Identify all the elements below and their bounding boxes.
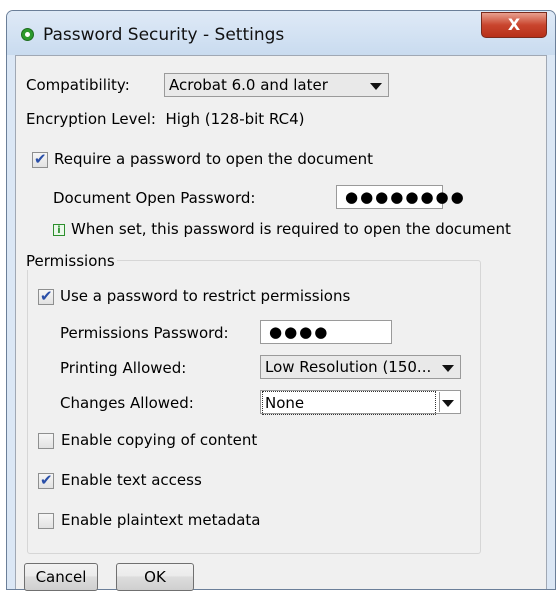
enable-copying-checkbox[interactable]: [38, 433, 54, 449]
changes-allowed-value: None: [262, 391, 436, 415]
enable-text-access-checkbox[interactable]: [38, 471, 54, 489]
window-title: Password Security - Settings: [43, 25, 285, 45]
encryption-level-text: Encryption Level: High (128-bit RC4): [26, 110, 305, 128]
info-icon: i: [53, 224, 65, 236]
require-open-password-checkbox[interactable]: [32, 150, 48, 168]
permissions-password-label: Permissions Password:: [60, 324, 229, 342]
compatibility-dropdown[interactable]: Acrobat 6.0 and later: [164, 73, 389, 97]
title-bar[interactable]: Password Security - Settings X: [7, 11, 555, 55]
printing-allowed-label: Printing Allowed:: [60, 359, 187, 377]
printing-allowed-value: Low Resolution (150...: [265, 358, 432, 376]
enable-copying-label: Enable copying of content: [61, 431, 258, 449]
compatibility-value: Acrobat 6.0 and later: [169, 76, 328, 94]
restrict-permissions-label: Use a password to restrict permissions: [60, 287, 351, 305]
document-open-password-label: Document Open Password:: [53, 189, 256, 207]
enable-text-access-label: Enable text access: [61, 471, 202, 489]
compatibility-label: Compatibility:: [26, 76, 130, 94]
cancel-button[interactable]: Cancel: [24, 563, 98, 591]
close-button[interactable]: X: [481, 12, 547, 38]
printing-allowed-dropdown[interactable]: Low Resolution (150...: [260, 355, 461, 379]
changes-allowed-label: Changes Allowed:: [60, 394, 194, 412]
dialog-content: Compatibility: Acrobat 6.0 and later Enc…: [15, 55, 547, 591]
permissions-group-label: Permissions: [26, 252, 117, 270]
open-password-info-text: When set, this password is required to o…: [71, 220, 511, 238]
enable-plaintext-metadata-checkbox[interactable]: [38, 513, 54, 529]
chevron-down-icon: [442, 400, 454, 407]
password-security-dialog: Password Security - Settings X Compatibi…: [6, 10, 556, 591]
changes-allowed-dropdown[interactable]: None: [260, 390, 461, 415]
document-open-password-field[interactable]: ●●●●●●●●: [336, 185, 464, 209]
dropdown-separator: [439, 392, 440, 412]
chevron-down-icon: [442, 365, 454, 372]
ok-button[interactable]: OK: [116, 563, 194, 591]
app-icon: [21, 28, 34, 41]
chevron-down-icon: [370, 83, 382, 90]
permissions-password-field[interactable]: ●●●●: [260, 320, 392, 344]
restrict-permissions-checkbox[interactable]: [38, 287, 54, 305]
require-open-password-label: Require a password to open the document: [54, 150, 374, 168]
enable-plaintext-metadata-label: Enable plaintext metadata: [61, 511, 261, 529]
